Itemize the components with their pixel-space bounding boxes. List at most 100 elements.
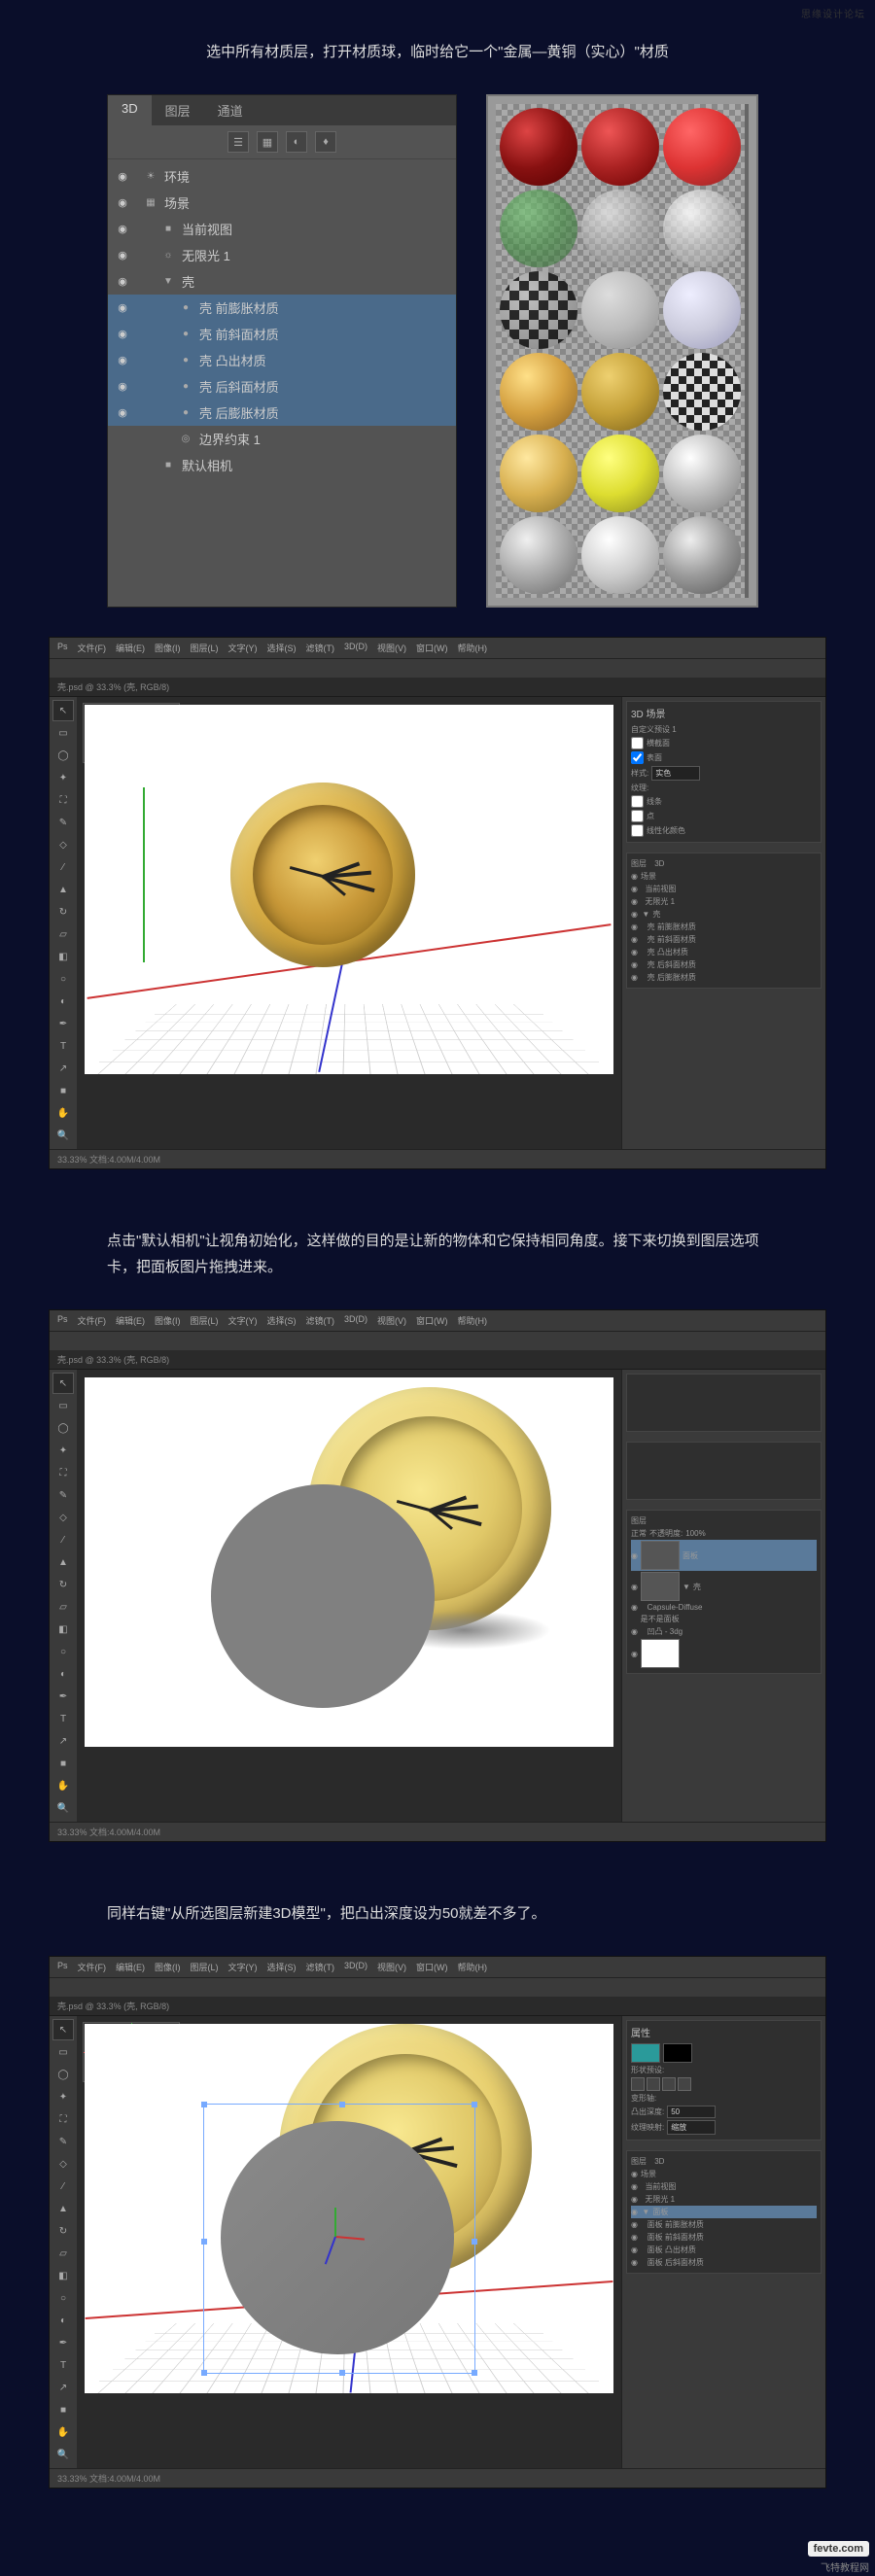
material-steel[interactable] [500,516,578,594]
material-swatch[interactable] [663,2043,692,2063]
eyedropper-tool[interactable]: ✎ [52,812,74,833]
layer-row[interactable]: ◉ 无限光 1 [631,895,817,908]
layer-front-bevel-mat[interactable]: ◉●壳 前斜面材质 [108,321,456,347]
material-aluminum[interactable] [663,516,741,594]
pen-tool[interactable]: ✒ [52,1686,74,1707]
layer-environment[interactable]: ◉☀环境 [108,163,456,190]
material-swatch[interactable] [631,2043,660,2063]
layer-row[interactable]: ◉ [631,1638,817,1669]
ps-canvas[interactable] [85,2024,613,2393]
pen-tool[interactable]: ✒ [52,2332,74,2353]
marquee-tool[interactable]: ▭ [52,2041,74,2063]
material-clear-glass[interactable] [581,190,659,267]
path-tool[interactable]: ↗ [52,1730,74,1752]
ps-document-tab[interactable]: 壳.psd @ 33.3% (壳, RGB/8) [50,1997,825,2016]
layer-row[interactable]: 是不是面板 [631,1613,817,1625]
menu-select[interactable]: 选择(S) [267,1961,297,1973]
menu-view[interactable]: 视图(V) [377,1314,406,1327]
pen-tool[interactable]: ✒ [52,1013,74,1034]
material-silver[interactable] [581,516,659,594]
menu-type[interactable]: 文字(Y) [228,1961,258,1973]
surface-check[interactable] [631,751,644,764]
eraser-tool[interactable]: ▱ [52,1596,74,1618]
material-gold-matte[interactable] [500,435,578,512]
layer-row[interactable]: ◉ 无限光 1 [631,2193,817,2206]
menu-image[interactable]: 图像(I) [155,1314,181,1327]
selection-bbox[interactable] [203,2104,475,2374]
layer-row[interactable]: ◉ 壳 凸出材质 [631,946,817,958]
layer-tab[interactable]: 图层 [631,858,647,869]
eyedropper-tool[interactable]: ✎ [52,2131,74,2152]
zoom-tool[interactable]: 🔍 [52,1125,74,1146]
lines-check[interactable] [631,795,644,808]
visibility-icon[interactable]: ◉ [114,273,131,291]
move-tool[interactable]: ↖ [52,700,74,721]
material-brass-solid[interactable] [581,353,659,431]
hand-tool[interactable]: ✋ [52,1102,74,1124]
visibility-icon[interactable]: ◉ [114,221,131,238]
menu-3d[interactable]: 3D(D) [344,1961,368,1973]
wand-tool[interactable]: ✦ [52,2086,74,2107]
menu-help[interactable]: 帮助(H) [458,642,488,654]
crop-tool[interactable]: ⛶ [52,2108,74,2130]
menu-filter[interactable]: 滤镜(T) [306,642,335,654]
layer-row[interactable]: ◉ 凹凸 - 3dg [631,1625,817,1638]
wand-tool[interactable]: ✦ [52,1440,74,1461]
filter-scene-icon[interactable]: ☰ [228,131,249,153]
material-scrollbar[interactable] [745,104,749,598]
3d-tab[interactable]: 3D [654,859,664,868]
heal-tool[interactable]: ◇ [52,1507,74,1528]
visibility-icon[interactable]: ◉ [114,326,131,343]
marquee-tool[interactable]: ▭ [52,1395,74,1416]
menu-image[interactable]: 图像(I) [155,642,181,654]
layer-row[interactable]: ◉ 场景 [631,2168,817,2180]
clock-shell-3d[interactable] [230,783,415,967]
ps-canvas[interactable] [85,1377,613,1747]
material-checker[interactable] [500,271,578,349]
lasso-tool[interactable]: ◯ [52,1417,74,1439]
wand-tool[interactable]: ✦ [52,767,74,788]
hand-tool[interactable]: ✋ [52,2421,74,2443]
face-plate-2d[interactable] [211,1484,435,1708]
lasso-tool[interactable]: ◯ [52,745,74,766]
layer-boundary[interactable]: ◎边界约束 1 [108,426,456,452]
menu-edit[interactable]: 编辑(E) [116,1961,145,1973]
hand-tool[interactable]: ✋ [52,1775,74,1796]
layer-row[interactable]: ◉ Capsule-Diffuse [631,1602,817,1613]
3d-tab[interactable]: 3D [654,2157,664,2166]
material-frosted-glass[interactable] [663,190,741,267]
crop-tool[interactable]: ⛶ [52,789,74,811]
dodge-tool[interactable]: ◐ [52,2310,74,2331]
menu-3d[interactable]: 3D(D) [344,1314,368,1327]
material-checker-bw[interactable] [663,353,741,431]
layer-row[interactable]: ◉ 当前视图 [631,2180,817,2193]
heal-tool[interactable]: ◇ [52,834,74,855]
layer-tab[interactable]: 图层 [631,2156,647,2167]
menu-filter[interactable]: 滤镜(T) [306,1961,335,1973]
blur-tool[interactable]: ○ [52,968,74,990]
material-red-glossy[interactable] [581,108,659,186]
layer-extrude-mat[interactable]: ◉●壳 凸出材质 [108,347,456,373]
menu-image[interactable]: 图像(I) [155,1961,181,1973]
menu-help[interactable]: 帮助(H) [458,1961,488,1973]
material-chrome[interactable] [663,435,741,512]
stamp-tool[interactable]: ▲ [52,879,74,900]
visibility-icon[interactable]: ◉ [114,194,131,212]
filter-light-icon[interactable]: ♦ [315,131,336,153]
visibility-icon[interactable]: ◉ [114,168,131,186]
menu-filter[interactable]: 滤镜(T) [306,1314,335,1327]
visibility-icon[interactable] [114,431,131,448]
zoom-tool[interactable]: 🔍 [52,1797,74,1819]
visibility-icon[interactable]: ◉ [114,247,131,264]
blur-tool[interactable]: ○ [52,2287,74,2309]
stamp-tool[interactable]: ▲ [52,1551,74,1573]
layer-front-inflate-mat[interactable]: ◉●壳 前膨胀材质 [108,295,456,321]
menu-file[interactable]: 文件(F) [78,1314,107,1327]
brush-tool[interactable]: ⁄ [52,1529,74,1550]
layer-row[interactable]: ◉ ▼ 面板 [631,2206,817,2218]
menu-type[interactable]: 文字(Y) [228,1314,258,1327]
menu-help[interactable]: 帮助(H) [458,1314,488,1327]
ps-document-tab[interactable]: 壳.psd @ 33.3% (壳, RGB/8) [50,1350,825,1370]
history-brush-tool[interactable]: ↻ [52,901,74,922]
menu-select[interactable]: 选择(S) [267,642,297,654]
